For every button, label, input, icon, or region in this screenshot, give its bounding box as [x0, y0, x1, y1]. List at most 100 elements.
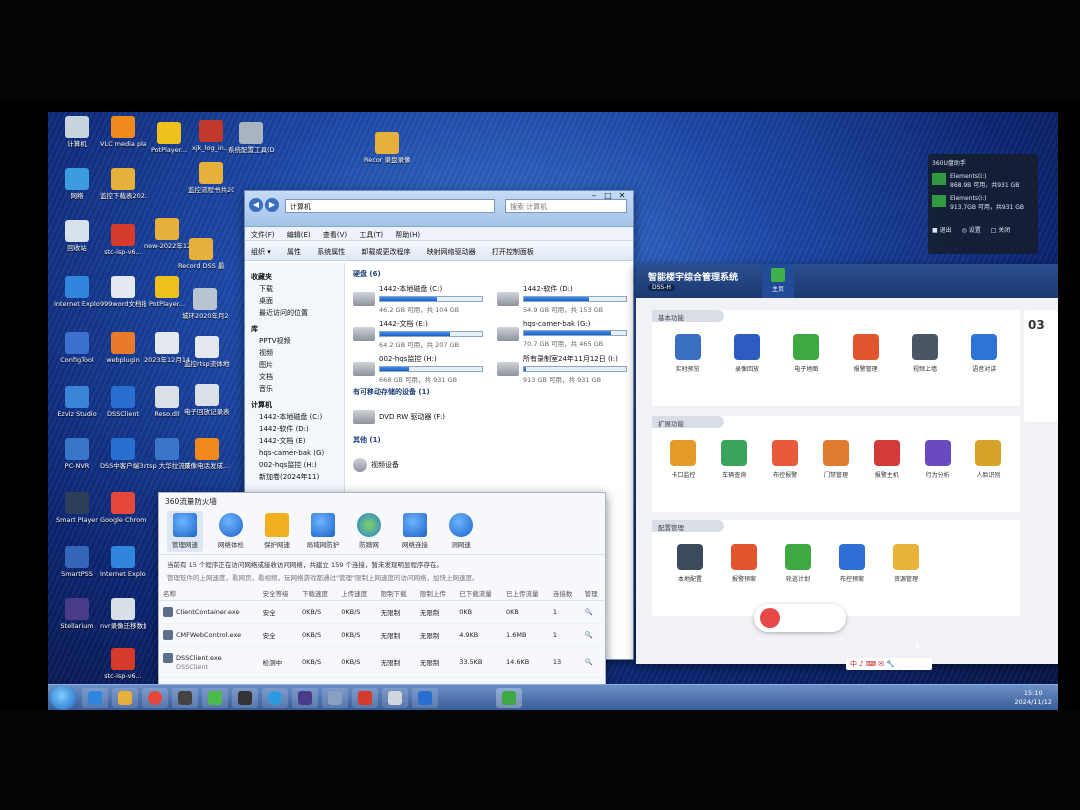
notification-item[interactable]: Elements(I:) 868.9B 可用，共931 GB — [932, 173, 1034, 189]
desktop-icon[interactable]: nvr录像迁移数据库 — [100, 598, 146, 630]
nav-item-downloads[interactable]: 下载 — [245, 283, 344, 295]
cell-ldown[interactable]: 无限制 — [376, 623, 416, 647]
desktop-icon[interactable]: 计算机 — [54, 116, 100, 148]
control-panel-button[interactable]: 打开控制面板 — [492, 248, 534, 256]
tab-manage-speed[interactable]: 管理网速 — [167, 511, 203, 552]
taskbar-360[interactable] — [262, 688, 288, 708]
col-limit-up[interactable]: 限制上传 — [415, 586, 456, 601]
video-device[interactable]: 视频设备 — [353, 449, 627, 481]
nav-computer-header[interactable]: 计算机 — [245, 399, 344, 411]
hdd-section-title[interactable]: 硬盘 (6) — [353, 269, 627, 279]
desktop-icon[interactable]: stc-isp-v6... — [100, 224, 146, 256]
drive-item[interactable]: hqs-camer-bak (G:) 70.7 GB 可用，共 465 GB — [497, 318, 627, 350]
tab-speed-test[interactable]: 测网速 — [443, 511, 479, 552]
function-tile[interactable]: 布控报警 — [763, 440, 807, 479]
nav-item-music[interactable]: 音乐 — [245, 383, 344, 395]
address-bar[interactable]: 计算机 — [285, 199, 495, 213]
nav-favorites-header[interactable]: 收藏夹 — [245, 271, 344, 283]
desktop-icon[interactable]: 999word文档批量修... — [100, 276, 146, 308]
menu-view[interactable]: 查看(V) — [323, 231, 347, 239]
nav-item-drive-new[interactable]: 新加卷(2024年11) — [245, 471, 344, 483]
manage-cell[interactable]: 🔍 — [580, 623, 605, 647]
nav-item-drive-g[interactable]: hqs-camer-bak (G) — [245, 447, 344, 459]
manage-icon[interactable]: 🔍 — [585, 608, 593, 616]
map-drive-button[interactable]: 映射网络驱动器 — [427, 248, 476, 256]
desktop-icon[interactable]: 监控流程书共2018年... — [188, 162, 234, 194]
taskbar-doc[interactable] — [382, 688, 408, 708]
desktop-icon[interactable]: webplugin — [100, 332, 146, 364]
nav-item-drive-d[interactable]: 1442-软件 (D:) — [245, 423, 344, 435]
taskbar-ie[interactable] — [82, 688, 108, 708]
organize-button[interactable]: 组织 ▾ — [251, 248, 271, 256]
menu-help[interactable]: 帮助(H) — [395, 231, 420, 239]
drive-item[interactable]: 1442-文档 (E:) 64.2 GB 可用，共 207 GB — [353, 318, 483, 350]
desktop-icon[interactable]: 电子回放记录表... — [184, 384, 230, 416]
nav-item-documents[interactable]: 文档 — [245, 371, 344, 383]
desktop-icon[interactable]: 网络 — [54, 168, 100, 200]
desktop-icon[interactable]: Record DSS 最新版(2) — [178, 238, 224, 270]
col-uploaded[interactable]: 已上传流量 — [502, 586, 549, 601]
desktop-icon[interactable]: 录像电话发成...撤消... — [184, 438, 230, 470]
desktop-icon[interactable]: Smart Player — [54, 492, 100, 524]
nav-item-pictures[interactable]: 图片 — [245, 359, 344, 371]
system-properties-button[interactable]: 系统属性 — [317, 248, 345, 256]
taskbar-player[interactable] — [232, 688, 258, 708]
tab-home[interactable]: 主页 — [762, 264, 794, 298]
exit-button[interactable]: ■ 退出 — [932, 225, 952, 234]
col-up[interactable]: 上传速度 — [337, 586, 377, 601]
cell-lup[interactable]: 无限制 — [415, 646, 456, 678]
desktop-icon[interactable]: 监控下载表2022年4... — [100, 168, 146, 200]
table-row[interactable]: CMFWebControl.exe 安全 0KB/S 0KB/S 无限制 无限制 4.9KB… — [159, 623, 605, 647]
close-icon[interactable]: ✕ — [615, 191, 629, 200]
desktop-icon[interactable]: SmartPSS — [54, 546, 100, 578]
desktop-icon[interactable]: Internet Explorer — [100, 546, 146, 578]
ime-toolbar[interactable]: 中 ♪ ⌨ ✉ 🔧 — [846, 658, 932, 670]
desktop-icon[interactable]: Internet Explorer — [54, 276, 100, 308]
tab-anti-leech[interactable]: 防蹭网 — [351, 511, 387, 552]
desktop-icon[interactable]: 监控rtsp流体地址2013... — [184, 336, 230, 368]
function-tile[interactable]: 语音对讲 — [962, 334, 1006, 373]
desktop-icon[interactable]: DSSClient — [100, 386, 146, 418]
function-tile[interactable]: 视频上墙 — [903, 334, 947, 373]
function-tile[interactable]: 车辆查询 — [712, 440, 756, 479]
function-tile[interactable]: 人脸识别 — [966, 440, 1010, 479]
cell-lup[interactable]: 无限制 — [415, 600, 456, 624]
settings-button[interactable]: ◎ 设置 — [962, 225, 981, 234]
taskbar-stc[interactable] — [352, 688, 378, 708]
desktop-icon[interactable]: VLC media player — [100, 116, 146, 148]
floating-toolbar[interactable] — [754, 604, 846, 632]
desktop-icon[interactable]: DSS中客户端3.20 — [100, 438, 146, 470]
drive-item[interactable]: 1442-软件 (D:) 54.9 GB 可用，共 153 GB — [497, 283, 627, 315]
table-row[interactable]: ClientContainer.exe 安全 0KB/S 0KB/S 无限制 无限制 0KB… — [159, 600, 605, 624]
nav-libraries-header[interactable]: 库 — [245, 323, 344, 335]
function-tile[interactable]: 轮巡计划 — [776, 544, 820, 583]
cell-ldown[interactable]: 无限制 — [376, 600, 416, 624]
tab-protect-speed[interactable]: 保护网速 — [259, 511, 295, 552]
col-name[interactable]: 名称 — [159, 586, 259, 601]
taskbar-dss[interactable] — [412, 688, 438, 708]
function-tile[interactable]: 报警主机 — [865, 440, 909, 479]
properties-button[interactable]: 属性 — [287, 248, 301, 256]
col-level[interactable]: 安全等级 — [258, 586, 298, 601]
taskbar-wechat[interactable] — [202, 688, 228, 708]
manage-icon[interactable]: 🔍 — [585, 658, 593, 666]
desktop-icon[interactable]: PotPlayer... — [146, 122, 192, 154]
alarm-icon[interactable] — [760, 608, 780, 628]
tab-lan-protect[interactable]: 局域网防护 — [305, 511, 341, 552]
col-manage[interactable]: 管理 — [580, 586, 605, 601]
nav-item-pptv[interactable]: PPTV视频 — [245, 335, 344, 347]
clock[interactable]: 15:10 2024/11/12 — [1015, 689, 1052, 707]
desktop-icon[interactable]: Ezviz Studio — [54, 386, 100, 418]
function-tile[interactable]: 门禁管理 — [814, 440, 858, 479]
desktop-icon[interactable]: Google Chrome — [100, 492, 146, 524]
notification-item[interactable]: Elements(I:) 913.7GB 可用，共931 GB — [932, 195, 1034, 211]
minimize-icon[interactable]: – — [587, 191, 601, 200]
search-input[interactable]: 搜索 计算机 — [505, 199, 627, 213]
cell-ldown[interactable]: 无限制 — [376, 646, 416, 678]
removable-section-title[interactable]: 有可移动存储的设备 (1) — [353, 387, 627, 397]
drive-item[interactable]: 1442-本地磁盘 (C:) 46.2 GB 可用，共 104 GB — [353, 283, 483, 315]
function-tile[interactable]: 电子地图 — [784, 334, 828, 373]
explorer-titlebar[interactable]: ◀ ▶ 计算机 搜索 计算机 – □ ✕ — [245, 191, 633, 227]
col-limit-down[interactable]: 限制下载 — [376, 586, 416, 601]
tab-connections[interactable]: 网络连接 — [397, 511, 433, 552]
